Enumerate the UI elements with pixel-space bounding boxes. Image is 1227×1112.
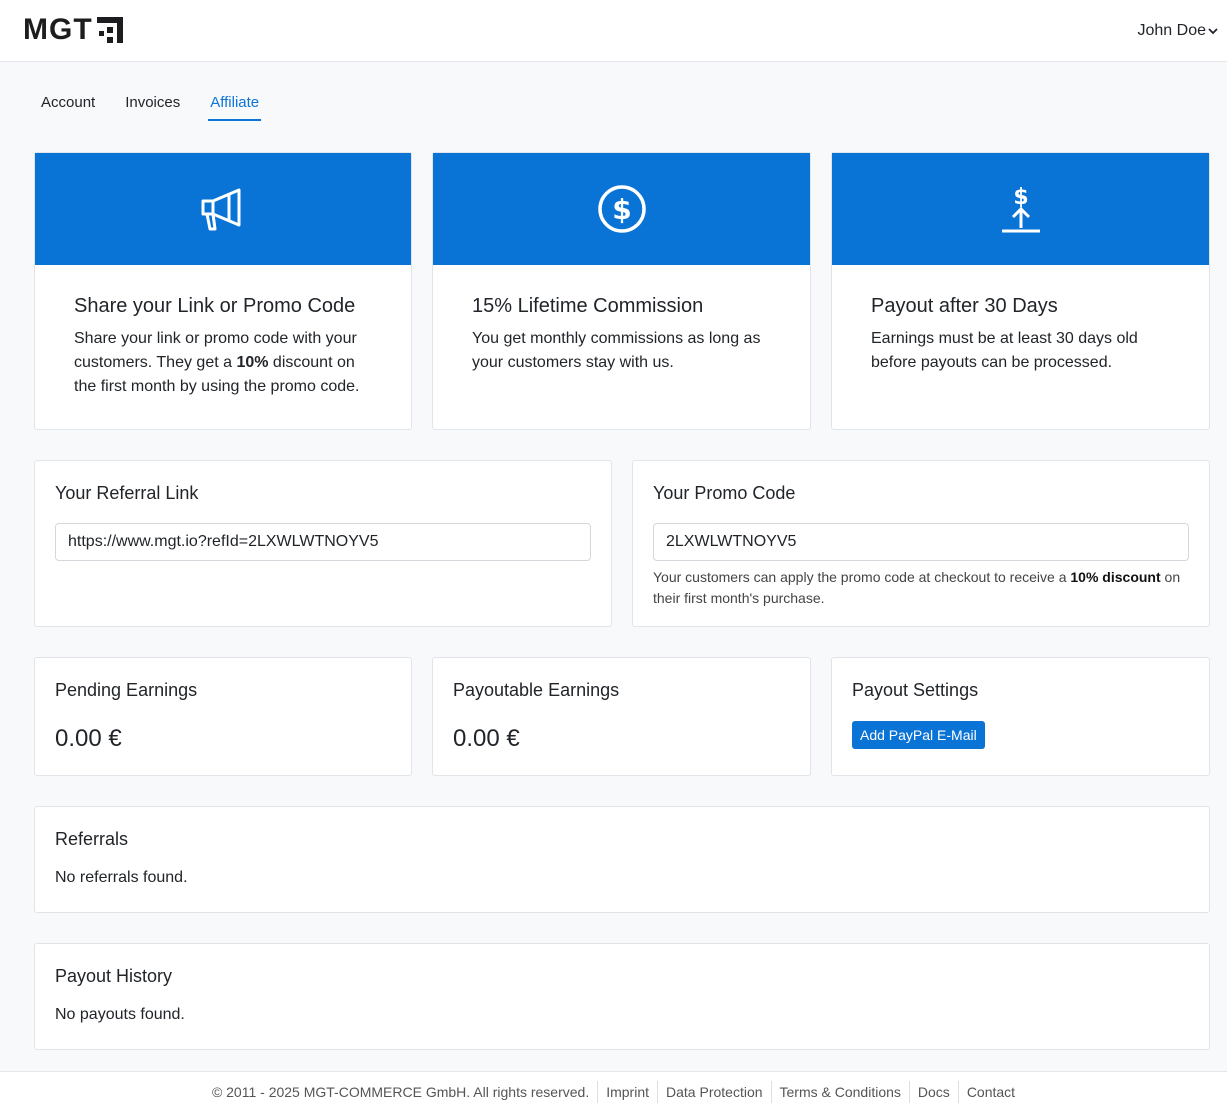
- payoutable-earnings-panel: Payoutable Earnings 0.00 €: [432, 657, 811, 776]
- referral-link-panel: Your Referral Link https://www.mgt.io?re…: [34, 460, 612, 627]
- footer: © 2011 - 2025 MGT-COMMERCE GmbH. All rig…: [0, 1071, 1227, 1112]
- feature-title: Share your Link or Promo Code: [74, 295, 356, 317]
- user-menu[interactable]: John Doe: [1138, 22, 1220, 40]
- feature-title: Payout after 30 Days: [871, 295, 1058, 317]
- promo-code-panel: Your Promo Code 2LXWLWTNOYV5 Your custom…: [632, 460, 1210, 627]
- panel-title: Your Referral Link: [55, 483, 199, 503]
- payout-history-panel: Payout History No payouts found.: [34, 943, 1210, 1050]
- footer-link-terms[interactable]: Terms & Conditions: [780, 1084, 901, 1100]
- panel-title: Payout Settings: [852, 680, 979, 700]
- user-name: John Doe: [1137, 22, 1207, 39]
- chevron-down-icon: [1208, 28, 1218, 35]
- divider: [770, 1081, 772, 1103]
- promo-hint: Your customers can apply the promo code …: [653, 569, 1181, 606]
- feature-banner: $: [832, 153, 1209, 265]
- panel-title: Your Promo Code: [653, 483, 796, 503]
- feature-card-commission: $ 15% Lifetime Commission You get monthl…: [432, 152, 811, 430]
- pending-earnings-panel: Pending Earnings 0.00 €: [34, 657, 412, 776]
- feature-text: You get monthly commissions as long as y…: [472, 330, 761, 371]
- divider: [957, 1081, 959, 1103]
- logo-text: MGT: [23, 13, 93, 46]
- panel-title: Referrals: [55, 829, 129, 849]
- copyright: © 2011 - 2025 MGT-COMMERCE GmbH. All rig…: [211, 1084, 590, 1100]
- tab-affiliate[interactable]: Affiliate: [208, 94, 262, 121]
- feature-title: 15% Lifetime Commission: [472, 295, 704, 317]
- add-paypal-email-button[interactable]: Add PayPal E-Mail: [852, 721, 985, 749]
- divider: [597, 1081, 599, 1103]
- pending-amount: 0.00 €: [55, 725, 122, 752]
- footer-link-data-protection[interactable]: Data Protection: [666, 1084, 763, 1100]
- tab-bar: Account Invoices Affiliate: [41, 94, 289, 121]
- feature-card-share: Share your Link or Promo Code Share your…: [34, 152, 412, 430]
- referral-link-input[interactable]: https://www.mgt.io?refId=2LXWLWTNOYV5: [55, 523, 591, 561]
- footer-link-contact[interactable]: Contact: [967, 1084, 1015, 1100]
- panel-title: Payoutable Earnings: [453, 680, 620, 700]
- payout-settings-panel: Payout Settings Add PayPal E-Mail: [831, 657, 1210, 776]
- feature-card-payout: $ Payout after 30 Days Earnings must be …: [831, 152, 1210, 430]
- promo-code-input[interactable]: 2LXWLWTNOYV5: [653, 523, 1189, 561]
- panel-title: Payout History: [55, 966, 173, 986]
- mgt-logo[interactable]: MGT: [23, 13, 123, 46]
- megaphone-icon: [201, 188, 241, 231]
- footer-link-docs[interactable]: Docs: [918, 1084, 950, 1100]
- dollar-circle-icon: $: [597, 185, 646, 233]
- tab-invoices[interactable]: Invoices: [125, 94, 180, 121]
- referrals-panel: Referrals No referrals found.: [34, 806, 1210, 913]
- feature-banner: [35, 153, 411, 265]
- payout-upload-icon: $: [1001, 185, 1040, 233]
- payouts-empty-message: No payouts found.: [55, 1006, 185, 1023]
- panel-title: Pending Earnings: [55, 680, 198, 700]
- feature-text: Earnings must be at least 30 days old be…: [871, 330, 1138, 371]
- divider: [657, 1081, 659, 1103]
- mgt-logo-mark-icon: [96, 16, 123, 43]
- svg-text:$: $: [612, 193, 631, 226]
- divider: [908, 1081, 910, 1103]
- feature-text: Share your link or promo code with your …: [74, 330, 360, 395]
- top-header: MGT John Doe: [0, 0, 1227, 62]
- referrals-empty-message: No referrals found.: [55, 869, 188, 886]
- feature-banner: $: [433, 153, 810, 265]
- svg-text:$: $: [1013, 185, 1028, 210]
- footer-link-imprint[interactable]: Imprint: [606, 1084, 649, 1100]
- payoutable-amount: 0.00 €: [453, 725, 520, 752]
- tab-account[interactable]: Account: [41, 94, 95, 121]
